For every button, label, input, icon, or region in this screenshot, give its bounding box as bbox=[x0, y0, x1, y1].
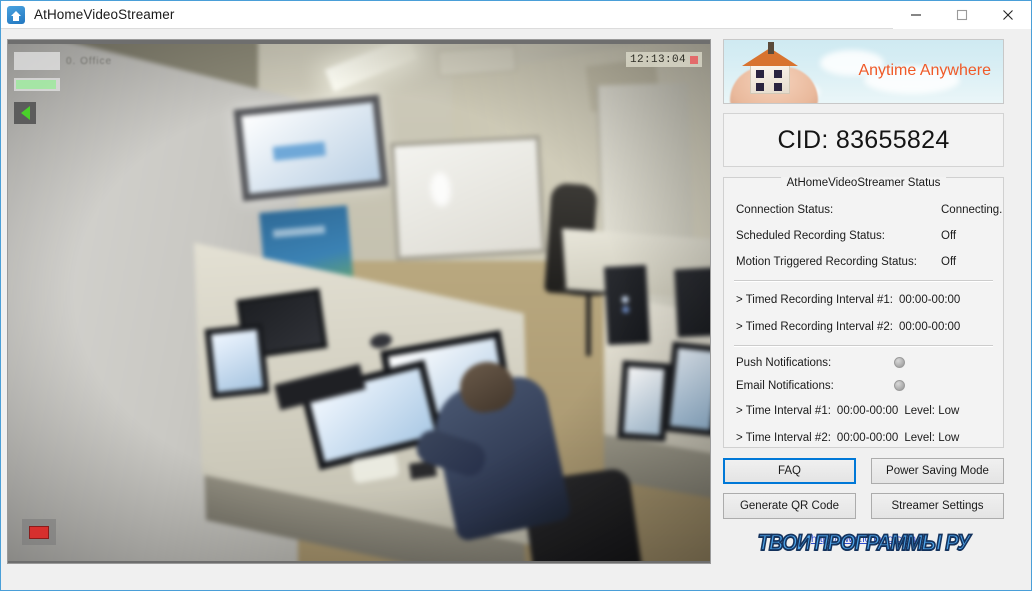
status-value: Off bbox=[941, 230, 957, 242]
interval-level: Level: Low bbox=[904, 431, 960, 444]
interval-value: 00:00-00:00 bbox=[836, 431, 899, 444]
streamer-settings-button[interactable]: Streamer Settings bbox=[871, 493, 1004, 519]
title-bar: AtHomeVideoStreamer bbox=[1, 1, 1031, 29]
live-camera-feed[interactable]: 0. Office 12:13:04 bbox=[8, 44, 710, 561]
interval-label: > Timed Recording Interval #1: bbox=[736, 293, 893, 306]
rec-dot-icon bbox=[690, 55, 698, 64]
maximize-button[interactable] bbox=[939, 1, 985, 29]
status-row-connection: Connection Status: Connecting. bbox=[736, 197, 1002, 223]
record-icon bbox=[29, 525, 49, 539]
site-watermark: ТВОИ ПРОГРАММЫ РУ bbox=[757, 530, 971, 556]
application-window: AtHomeVideoStreamer 0. Office 12:13:04 A… bbox=[0, 0, 1032, 591]
left-arrow-icon bbox=[20, 106, 30, 120]
maximize-icon bbox=[956, 9, 968, 20]
interval-value: 00:00-00:00 bbox=[836, 404, 899, 417]
window-title: AtHomeVideoStreamer bbox=[34, 7, 175, 22]
status-label: Connection Status: bbox=[736, 204, 834, 216]
motion-time-interval-2: > Time Interval #2: 00:00-00:00 Level: L… bbox=[724, 424, 1003, 451]
video-preview-panel[interactable]: 0. Office 12:13:04 bbox=[7, 39, 711, 564]
chimney-icon bbox=[768, 42, 774, 54]
minimize-icon bbox=[911, 13, 921, 16]
house-window bbox=[774, 70, 782, 78]
close-button[interactable] bbox=[985, 1, 1031, 29]
window-controls bbox=[893, 1, 1031, 29]
notification-label: Email Notifications: bbox=[736, 379, 834, 392]
interval-label: > Timed Recording Interval #2: bbox=[736, 320, 893, 333]
minimize-button[interactable] bbox=[893, 1, 939, 29]
status-value: Connecting. bbox=[941, 204, 1003, 216]
status-group-legend: AtHomeVideoStreamer Status bbox=[780, 177, 947, 189]
video-overlay-status-bar bbox=[14, 78, 60, 91]
cid-display-box: CID: 83655824 bbox=[723, 113, 1004, 167]
interval-value: 00:00-00:00 bbox=[898, 320, 961, 333]
video-timestamp-overlay: 12:13:04 bbox=[625, 52, 702, 67]
notification-label: Push Notifications: bbox=[736, 356, 832, 369]
section-divider bbox=[734, 345, 993, 347]
cid-value: CID: 83655824 bbox=[777, 125, 950, 154]
status-group-box: AtHomeVideoStreamer Status Connection St… bbox=[723, 177, 1004, 448]
interval-label: > Time Interval #2: bbox=[736, 431, 831, 444]
house-window bbox=[756, 83, 764, 91]
right-side-panel: Anytime Anywhere CID: 83655824 AtHomeVid… bbox=[723, 39, 1006, 557]
video-previous-camera-button[interactable] bbox=[14, 102, 36, 124]
house-window bbox=[756, 70, 764, 78]
interval-value: 00:00-00:00 bbox=[898, 293, 961, 306]
footer-area: http://www.ichano.com ТВОИ ПРОГРАММЫ РУ bbox=[723, 530, 1004, 557]
action-button-grid: FAQ Power Saving Mode Generate QR Code S… bbox=[723, 458, 1004, 519]
status-label: Scheduled Recording Status: bbox=[736, 230, 885, 242]
push-notification-led-icon bbox=[894, 357, 905, 368]
scene-vignette bbox=[8, 44, 710, 561]
section-divider bbox=[734, 280, 993, 282]
status-row-scheduled-recording: Scheduled Recording Status: Off bbox=[736, 223, 991, 249]
brand-banner: Anytime Anywhere bbox=[723, 39, 1004, 104]
status-rows: Connection Status: Connecting. Scheduled… bbox=[724, 178, 1003, 275]
generate-qr-code-button[interactable]: Generate QR Code bbox=[723, 493, 856, 519]
video-overlay-panel-top bbox=[14, 52, 60, 70]
push-notifications-row: Push Notifications: bbox=[724, 351, 1003, 374]
app-house-camera-icon bbox=[7, 5, 25, 24]
email-notifications-row: Email Notifications: bbox=[724, 374, 1003, 397]
email-notification-led-icon bbox=[894, 380, 905, 391]
interval-label: > Time Interval #1: bbox=[736, 404, 831, 417]
video-record-button[interactable] bbox=[22, 519, 56, 545]
power-saving-mode-button[interactable]: Power Saving Mode bbox=[871, 458, 1004, 484]
motion-time-interval-1: > Time Interval #1: 00:00-00:00 Level: L… bbox=[724, 397, 1003, 424]
interval-level: Level: Low bbox=[904, 404, 960, 417]
timed-recording-interval-1: > Timed Recording Interval #1: 00:00-00:… bbox=[724, 286, 1003, 313]
banner-tagline: Anytime Anywhere bbox=[858, 62, 991, 79]
camera-label-overlay: 0. Office bbox=[66, 56, 113, 67]
close-icon bbox=[1003, 9, 1013, 20]
status-label: Motion Triggered Recording Status: bbox=[736, 256, 917, 268]
status-row-motion-recording: Motion Triggered Recording Status: Off bbox=[736, 249, 991, 275]
house-window bbox=[774, 83, 782, 91]
timed-recording-interval-2: > Timed Recording Interval #2: 00:00-00:… bbox=[724, 313, 1003, 340]
status-value: Off bbox=[941, 256, 957, 268]
timestamp-text: 12:13:04 bbox=[629, 53, 686, 66]
faq-button[interactable]: FAQ bbox=[723, 458, 856, 484]
